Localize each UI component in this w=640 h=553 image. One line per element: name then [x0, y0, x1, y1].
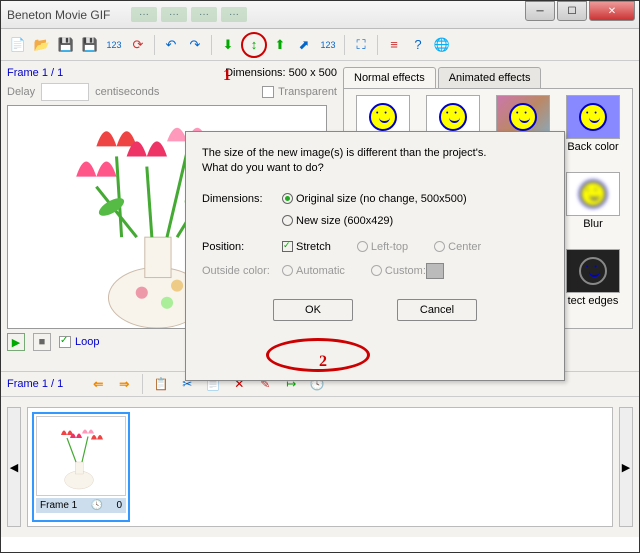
separator	[211, 35, 212, 55]
reload-icon[interactable]: ⟳	[127, 34, 149, 56]
ok-button[interactable]: OK	[273, 299, 353, 321]
effect-item[interactable]: Blur	[560, 172, 626, 245]
open-icon[interactable]: 📂	[31, 34, 53, 56]
frame-dimensions: Dimensions: 500 x 500	[225, 67, 337, 79]
delay-label: Delay	[7, 86, 35, 98]
strip-prev-button[interactable]: ◀	[7, 407, 21, 527]
separator	[377, 35, 378, 55]
frame-counter: Frame 1 / 1	[7, 67, 63, 79]
separator	[344, 35, 345, 55]
new-icon[interactable]: 📄	[7, 34, 29, 56]
export-all-icon[interactable]: 123	[317, 34, 339, 56]
thumb-clock-icon: 🕓	[91, 500, 103, 511]
add-blank-icon[interactable]: ⬆	[269, 34, 291, 56]
radio-custom	[371, 265, 382, 276]
delay-unit: centiseconds	[95, 86, 159, 98]
play-button[interactable]: ▶	[7, 333, 25, 351]
color-swatch	[426, 263, 444, 279]
copy-icon[interactable]: 📋	[150, 373, 172, 395]
window-controls: ─ ☐ ✕	[523, 1, 635, 21]
bg-tabs: ············	[131, 7, 247, 22]
annotation-2: 2	[319, 353, 327, 371]
add-frame-icon[interactable]: ⬇	[217, 34, 239, 56]
main-toolbar: 📄 📂 💾 💾 123 ⟳ ↶ ↷ ⬇ ↕ ⬆ ⬈ 123 ⛶ ≡ ? 🌐	[1, 29, 639, 61]
close-button[interactable]: ✕	[589, 1, 635, 21]
effect-item[interactable]: tect edges	[560, 249, 626, 322]
loop-checkbox[interactable]	[59, 336, 71, 348]
radio-left-top	[357, 241, 368, 252]
undo-icon[interactable]: ↶	[160, 34, 182, 56]
transparent-label: Transparent	[278, 86, 337, 98]
redo-icon[interactable]: ↷	[184, 34, 206, 56]
save-icon[interactable]: 💾	[55, 34, 77, 56]
frame-next-icon[interactable]: ⇒	[113, 373, 135, 395]
dimensions-label: Dimensions:	[202, 193, 274, 205]
radio-original-size[interactable]	[282, 193, 293, 204]
timeline-counter: Frame 1 / 1	[7, 378, 63, 390]
tab-animated-effects[interactable]: Animated effects	[438, 67, 542, 88]
effect-item[interactable]: Back color	[560, 95, 626, 168]
maximize-button[interactable]: ☐	[557, 1, 587, 21]
thumb-name: Frame 1	[40, 500, 77, 511]
checkbox-stretch[interactable]	[282, 241, 293, 252]
thumb-delay: 0	[116, 500, 122, 511]
tab-normal-effects[interactable]: Normal effects	[343, 67, 436, 88]
titlebar: Beneton Movie GIF ············ ─ ☐ ✕	[1, 1, 639, 29]
save-as-icon[interactable]: 💾	[79, 34, 101, 56]
thumbnail-frame-1[interactable]: Frame 1 🕓 0	[32, 412, 130, 522]
window-title: Beneton Movie GIF	[7, 8, 110, 22]
loop-label: Loop	[75, 336, 99, 348]
radio-center	[434, 241, 445, 252]
transparent-checkbox[interactable]	[262, 86, 274, 98]
thumb-image	[37, 417, 127, 495]
outside-color-label: Outside color:	[202, 265, 274, 277]
insert-frame-icon[interactable]: ↕	[241, 32, 267, 58]
strip-next-button[interactable]: ▶	[619, 407, 633, 527]
annotation-circle-ok	[266, 338, 370, 372]
separator	[154, 35, 155, 55]
help-icon[interactable]: ?	[407, 34, 429, 56]
radio-automatic	[282, 265, 293, 276]
thumbnail-container: Frame 1 🕓 0	[27, 407, 613, 527]
annotation-1: 1	[223, 67, 231, 85]
radio-new-size[interactable]	[282, 215, 293, 226]
stop-button[interactable]: ■	[33, 333, 51, 351]
position-label: Position:	[202, 241, 274, 253]
frame-prev-icon[interactable]: ⇐	[87, 373, 109, 395]
dialog-message: The size of the new image(s) is differen…	[202, 146, 548, 177]
minimize-button[interactable]: ─	[525, 1, 555, 21]
fullscreen-icon[interactable]: ⛶	[350, 34, 372, 56]
export-icon[interactable]: 123	[103, 34, 125, 56]
thumbnail-strip: ◀ Frame 1 🕓 0 ▶	[1, 397, 639, 537]
cancel-button[interactable]: Cancel	[397, 299, 477, 321]
delay-input[interactable]	[41, 83, 89, 101]
web-icon[interactable]: 🌐	[431, 34, 453, 56]
export-frame-icon[interactable]: ⬈	[293, 34, 315, 56]
settings-icon[interactable]: ≡	[383, 34, 405, 56]
resize-dialog: The size of the new image(s) is differen…	[185, 131, 565, 381]
